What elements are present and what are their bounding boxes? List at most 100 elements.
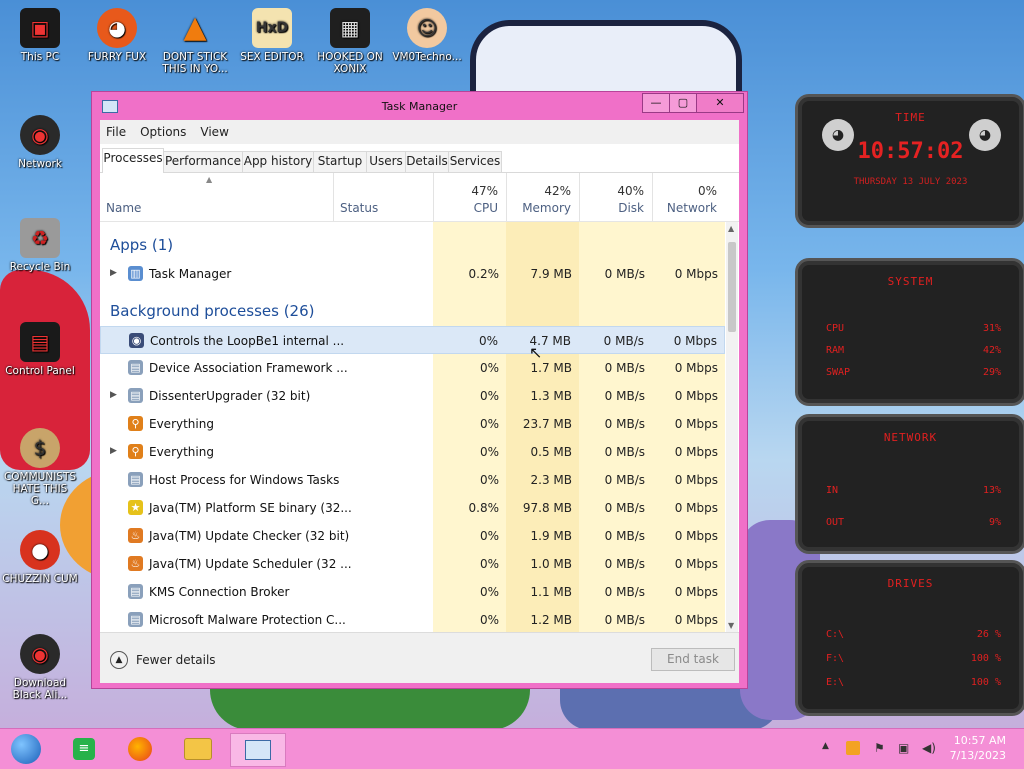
- tab-startup[interactable]: Startup: [313, 151, 367, 172]
- process-memory: 1.1 MB: [530, 585, 572, 599]
- process-row[interactable]: ★ Java(TM) Platform SE binary (32... 0.8% 9…: [100, 494, 725, 522]
- process-network: 0 Mbps: [674, 501, 718, 515]
- column-cpu[interactable]: 47% CPU: [433, 173, 506, 221]
- tab-details[interactable]: Details: [405, 151, 449, 172]
- app-tray-icon[interactable]: [846, 741, 860, 755]
- firefox-icon: [128, 737, 152, 761]
- mouse-cursor-icon: ↖: [529, 343, 543, 362]
- fewer-details-button[interactable]: ▲ Fewer details: [110, 651, 216, 669]
- taskbar-notes[interactable]: ≡: [66, 733, 102, 765]
- service-window-icon: ▤: [128, 388, 143, 403]
- menu-view[interactable]: View: [200, 125, 228, 139]
- scroll-thumb[interactable]: [728, 242, 736, 332]
- expand-arrow-icon[interactable]: ▶: [110, 390, 117, 400]
- firefox-icon: ◕: [97, 8, 137, 48]
- desktop-icon-hooked-on-xonix[interactable]: ▦ HOOKED ON XONIX: [312, 8, 388, 75]
- maximize-button[interactable]: ▢: [669, 93, 697, 113]
- process-row[interactable]: ▶ ▤ DissenterUpgrader (32 bit) 0% 1.3 MB 0 MB…: [100, 382, 725, 410]
- desktop-icon-furry-fux[interactable]: ◕ FURRY FUX: [79, 8, 155, 63]
- tab-app-history[interactable]: App history: [242, 151, 314, 172]
- expand-arrow-icon[interactable]: ▶: [110, 446, 117, 456]
- widget-network: NETWORK IN 13% OUT 9%: [795, 414, 1024, 554]
- minimize-button[interactable]: —: [642, 93, 670, 113]
- process-row[interactable]: ♨ Java(TM) Update Scheduler (32 ... 0% 1.0 …: [100, 550, 725, 578]
- process-name: Task Manager: [149, 267, 232, 281]
- taskbar-clock[interactable]: 10:57 AM 7/13/2023: [950, 733, 1006, 763]
- process-memory: 2.3 MB: [530, 473, 572, 487]
- notes-icon: ≡: [73, 738, 95, 760]
- process-memory: 23.7 MB: [522, 417, 572, 431]
- process-name: KMS Connection Broker: [149, 585, 290, 599]
- scroll-down-icon[interactable]: ▼: [728, 621, 734, 630]
- process-row[interactable]: ▤ KMS Connection Broker 0% 1.1 MB 0 MB/s 0 Mb…: [100, 578, 725, 606]
- menu-file[interactable]: File: [106, 125, 126, 139]
- desktop-icon-download-black[interactable]: ◉ Download Black Ali...: [2, 634, 78, 701]
- process-name: Everything: [149, 445, 214, 459]
- process-row[interactable]: ▶ ⚲ Everything 0% 0.5 MB 0 MB/s 0 Mbps: [100, 438, 725, 466]
- desktop-icon-chuzzin[interactable]: ● CHUZZIN CUM: [2, 530, 78, 585]
- taskbar: ≡ ▲ ⚑ ▣ ◀) 10:57 AM 7/13/2023: [0, 728, 1024, 769]
- computer-icon: ▣: [20, 8, 60, 48]
- scroll-up-icon[interactable]: ▲: [728, 224, 734, 233]
- service-window-icon: ▤: [128, 360, 143, 375]
- tab-performance[interactable]: Performance: [163, 151, 243, 172]
- desktop-icon-control-panel[interactable]: ▤ Control Panel: [2, 322, 78, 377]
- process-disk: 0 MB/s: [604, 473, 645, 487]
- expand-arrow-icon[interactable]: ▶: [110, 268, 117, 278]
- start-button[interactable]: [8, 733, 44, 765]
- vertical-scrollbar[interactable]: ▲ ▼: [726, 222, 738, 632]
- title-bar[interactable]: Task Manager — ▢ ✕: [92, 92, 747, 120]
- column-name[interactable]: Name: [100, 173, 333, 221]
- column-memory[interactable]: 42% Memory: [506, 173, 579, 221]
- process-row[interactable]: ◉ Controls the LoopBe1 internal ... 0% 4.7 …: [100, 326, 725, 354]
- tab-services[interactable]: Services: [448, 151, 502, 172]
- desktop-icon-network[interactable]: ◉ Network: [2, 115, 78, 170]
- tab-processes[interactable]: Processes: [102, 148, 164, 173]
- everything-search-icon: ⚲: [128, 444, 143, 459]
- close-button[interactable]: ✕: [696, 93, 744, 113]
- desktop-icon-dont-stick[interactable]: ▲ DONT STICK THIS IN YO...: [157, 8, 233, 76]
- xonix-game-icon: ▦: [330, 8, 370, 48]
- flag-icon[interactable]: ⚑: [874, 741, 885, 755]
- process-cpu: 0%: [479, 417, 499, 431]
- process-memory: 1.2 MB: [530, 613, 572, 627]
- desktop-icon-vm0techno[interactable]: ☺ VM0Techno...: [389, 8, 465, 63]
- desktop-icon-this-pc[interactable]: ▣ This PC: [2, 8, 78, 63]
- menu-options[interactable]: Options: [140, 125, 186, 139]
- process-name: Host Process for Windows Tasks: [149, 473, 340, 487]
- process-disk: 0 MB/s: [604, 501, 645, 515]
- process-memory: 1.3 MB: [530, 389, 572, 403]
- app-row[interactable]: ▶ ▥ Task Manager 0.2% 7.9 MB 0 MB/s 0 Mbps: [100, 260, 725, 288]
- taskbar-task-manager[interactable]: [230, 733, 286, 767]
- vlc-cone-icon: ▲: [183, 10, 207, 45]
- desktop-icon-communists[interactable]: $ COMMUNISTS HATE THIS G...: [2, 428, 78, 507]
- process-list: Apps (1) Background processes (26) ▶ ▥ Tas…: [100, 222, 725, 632]
- process-row[interactable]: ▤ Host Process for Windows Tasks 0% 2.3 MB 0…: [100, 466, 725, 494]
- volume-icon[interactable]: ◀): [922, 741, 936, 755]
- column-status[interactable]: Status: [333, 173, 433, 221]
- taskbar-firefox[interactable]: [122, 733, 158, 765]
- desktop-icon-sex-editor[interactable]: HxD SEX EDITOR: [234, 8, 310, 63]
- tab-users[interactable]: Users: [366, 151, 406, 172]
- end-task-button[interactable]: End task: [651, 648, 735, 671]
- process-disk: 0 MB/s: [604, 267, 645, 281]
- java-icon: ♨: [128, 528, 143, 543]
- process-row[interactable]: ▤ Microsoft Malware Protection C... 0% 1.2 …: [100, 606, 725, 632]
- column-network[interactable]: 0% Network: [652, 173, 725, 221]
- widget-system: SYSTEM CPU 31% RAM 42% SWAP 29%: [795, 258, 1024, 406]
- column-disk[interactable]: 40% Disk: [579, 173, 652, 221]
- process-row[interactable]: ⚲ Everything 0% 23.7 MB 0 MB/s 0 Mbps: [100, 410, 725, 438]
- network-tray-icon[interactable]: ▣: [898, 741, 909, 755]
- process-name: Device Association Framework ...: [149, 361, 348, 375]
- desktop-icon-recycle-bin[interactable]: ♻ Recycle Bin: [2, 218, 78, 273]
- service-window-icon: ▤: [128, 472, 143, 487]
- process-memory: 0.5 MB: [530, 445, 572, 459]
- process-cpu: 0.2%: [468, 267, 500, 281]
- window-client: File Options View Processes Performance …: [100, 120, 739, 683]
- process-row[interactable]: ▤ Device Association Framework ... 0% 1.7 M…: [100, 354, 725, 382]
- taskbar-explorer[interactable]: [180, 733, 216, 765]
- process-network: 0 Mbps: [674, 417, 718, 431]
- chevron-up-icon: ▲: [110, 651, 128, 669]
- chevron-up-icon[interactable]: ▲: [822, 741, 829, 751]
- process-row[interactable]: ♨ Java(TM) Update Checker (32 bit) 0% 1.9 M…: [100, 522, 725, 550]
